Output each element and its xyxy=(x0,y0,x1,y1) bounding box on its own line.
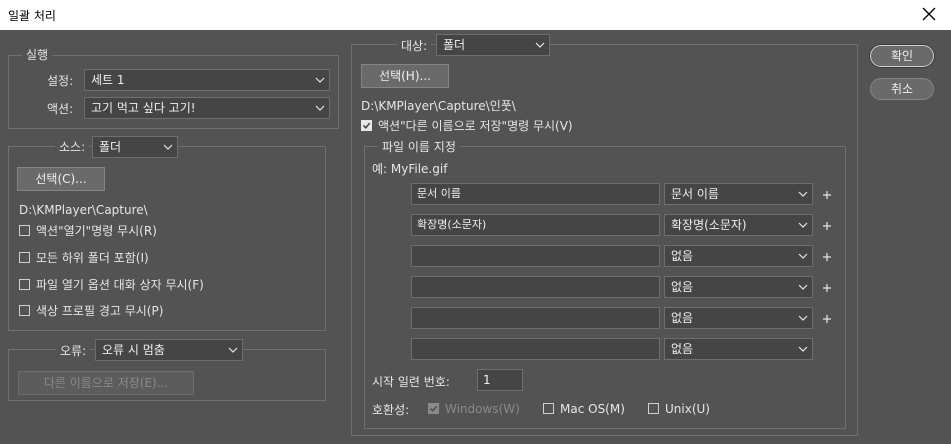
naming-field-6[interactable] xyxy=(411,338,660,360)
destination-choose-button[interactable]: 선택(H)... xyxy=(361,64,449,88)
set-select[interactable]: 세트 1 xyxy=(84,69,330,91)
source-path: D:\KMPlayer\Capture\ xyxy=(19,203,148,217)
serial-input[interactable]: 1 xyxy=(477,369,523,391)
override-save-as-checkbox[interactable]: 액션"다른 이름으로 저장"명령 무시(V) xyxy=(361,118,573,136)
chevron-down-icon xyxy=(798,277,808,297)
chevron-down-icon xyxy=(798,339,808,359)
set-select-value: 세트 1 xyxy=(91,73,125,87)
action-label: 액션: xyxy=(47,102,74,116)
naming-select-1-value: 문서 이름 xyxy=(671,187,719,201)
naming-select-5-value: 없음 xyxy=(671,311,694,325)
compat-unix-label: Unix(U) xyxy=(665,402,710,416)
source-select[interactable]: 폴더 xyxy=(92,136,178,158)
plus-icon[interactable] xyxy=(821,313,833,325)
cancel-button[interactable]: 취소 xyxy=(870,78,934,100)
include-subfolders-label: 모든 하위 폴더 포함(I) xyxy=(36,251,149,265)
serial-label: 시작 일련 번호: xyxy=(372,375,450,389)
plus-icon[interactable] xyxy=(821,220,833,232)
file-naming-legend: 파일 이름 지정 xyxy=(378,138,460,155)
checkbox-icon xyxy=(648,403,659,414)
naming-field-1[interactable]: 문서 이름 xyxy=(411,183,660,205)
plus-icon[interactable] xyxy=(821,189,833,201)
chevron-down-icon xyxy=(798,215,808,235)
chevron-down-icon xyxy=(315,98,325,118)
chevron-down-icon xyxy=(798,184,808,204)
close-icon[interactable] xyxy=(919,4,939,24)
destination-select-value: 폴더 xyxy=(443,38,466,52)
destination-path: D:\KMPlayer\Capture\인풋\ xyxy=(361,99,516,113)
checkbox-icon xyxy=(19,252,30,263)
set-label: 설정: xyxy=(47,74,74,88)
compat-label: 호환성: xyxy=(372,403,410,417)
naming-field-4[interactable] xyxy=(411,276,660,298)
chevron-down-icon xyxy=(228,340,238,360)
naming-field-3[interactable] xyxy=(411,245,660,267)
chevron-down-icon xyxy=(535,35,545,55)
compat-unix-checkbox[interactable]: Unix(U) xyxy=(648,401,710,419)
ignore-open-checkbox[interactable]: 액션"열기"명령 무시(R) xyxy=(19,223,157,241)
suppress-open-options-label: 파일 열기 옵션 대화 상자 무시(F) xyxy=(36,278,204,292)
suppress-open-options-checkbox[interactable]: 파일 열기 옵션 대화 상자 무시(F) xyxy=(19,277,204,295)
compat-mac-checkbox[interactable]: Mac OS(M) xyxy=(543,401,625,419)
checkbox-icon xyxy=(428,403,439,414)
source-select-value: 폴더 xyxy=(99,140,122,154)
naming-field-5[interactable] xyxy=(411,307,660,329)
ok-button[interactable]: 확인 xyxy=(870,45,934,67)
naming-select-3-value: 없음 xyxy=(671,249,694,263)
compat-windows-checkbox[interactable]: Windows(W) xyxy=(428,401,520,419)
action-select-value: 고기 먹고 싶다 고기! xyxy=(91,101,196,115)
destination-legend: 대상: xyxy=(397,37,432,54)
naming-select-6-value: 없음 xyxy=(671,342,694,356)
checkbox-icon xyxy=(19,225,30,236)
chevron-down-icon xyxy=(798,246,808,266)
naming-select-4-value: 없음 xyxy=(671,280,694,294)
include-subfolders-checkbox[interactable]: 모든 하위 폴더 포함(I) xyxy=(19,250,149,268)
plus-icon[interactable] xyxy=(821,251,833,263)
naming-select-4[interactable]: 없음 xyxy=(664,276,813,298)
naming-select-6[interactable]: 없음 xyxy=(664,338,813,360)
naming-select-3[interactable]: 없음 xyxy=(664,245,813,267)
errors-save-as-button[interactable]: 다른 이름으로 저장(E)... xyxy=(18,371,194,395)
checkbox-icon xyxy=(543,403,554,414)
naming-select-5[interactable]: 없음 xyxy=(664,307,813,329)
source-legend: 소스: xyxy=(55,138,90,155)
checkbox-icon xyxy=(19,305,30,316)
compat-windows-label: Windows(W) xyxy=(445,402,520,416)
action-select[interactable]: 고기 먹고 싶다 고기! xyxy=(84,97,330,119)
override-save-as-label: 액션"다른 이름으로 저장"명령 무시(V) xyxy=(378,119,573,133)
naming-field-2[interactable]: 확장명(소문자) xyxy=(411,214,660,236)
chevron-down-icon xyxy=(315,70,325,90)
plus-icon[interactable] xyxy=(821,282,833,294)
naming-select-1[interactable]: 문서 이름 xyxy=(664,183,813,205)
naming-select-2-value: 확장명(소문자) xyxy=(671,218,747,232)
checkbox-icon xyxy=(19,279,30,290)
suppress-profile-warnings-checkbox[interactable]: 색상 프로필 경고 무시(P) xyxy=(19,303,163,321)
file-naming-example: 예: MyFile.gif xyxy=(372,162,448,176)
source-choose-button[interactable]: 선택(C)... xyxy=(17,167,105,191)
execute-legend: 실행 xyxy=(22,46,53,63)
chevron-down-icon xyxy=(798,308,808,328)
naming-select-2[interactable]: 확장명(소문자) xyxy=(664,214,813,236)
ignore-open-label: 액션"열기"명령 무시(R) xyxy=(36,224,157,238)
chevron-down-icon xyxy=(163,137,173,157)
errors-select[interactable]: 오류 시 멈춤 xyxy=(95,339,243,361)
compat-mac-label: Mac OS(M) xyxy=(560,402,625,416)
title-bar: 일괄 처리 xyxy=(0,0,951,30)
checkbox-icon xyxy=(361,120,372,131)
suppress-profile-warnings-label: 색상 프로필 경고 무시(P) xyxy=(36,304,164,318)
window-title: 일괄 처리 xyxy=(8,9,56,23)
destination-select[interactable]: 폴더 xyxy=(436,34,550,56)
errors-select-value: 오류 시 멈춤 xyxy=(102,343,165,357)
errors-legend: 오류: xyxy=(56,342,91,359)
